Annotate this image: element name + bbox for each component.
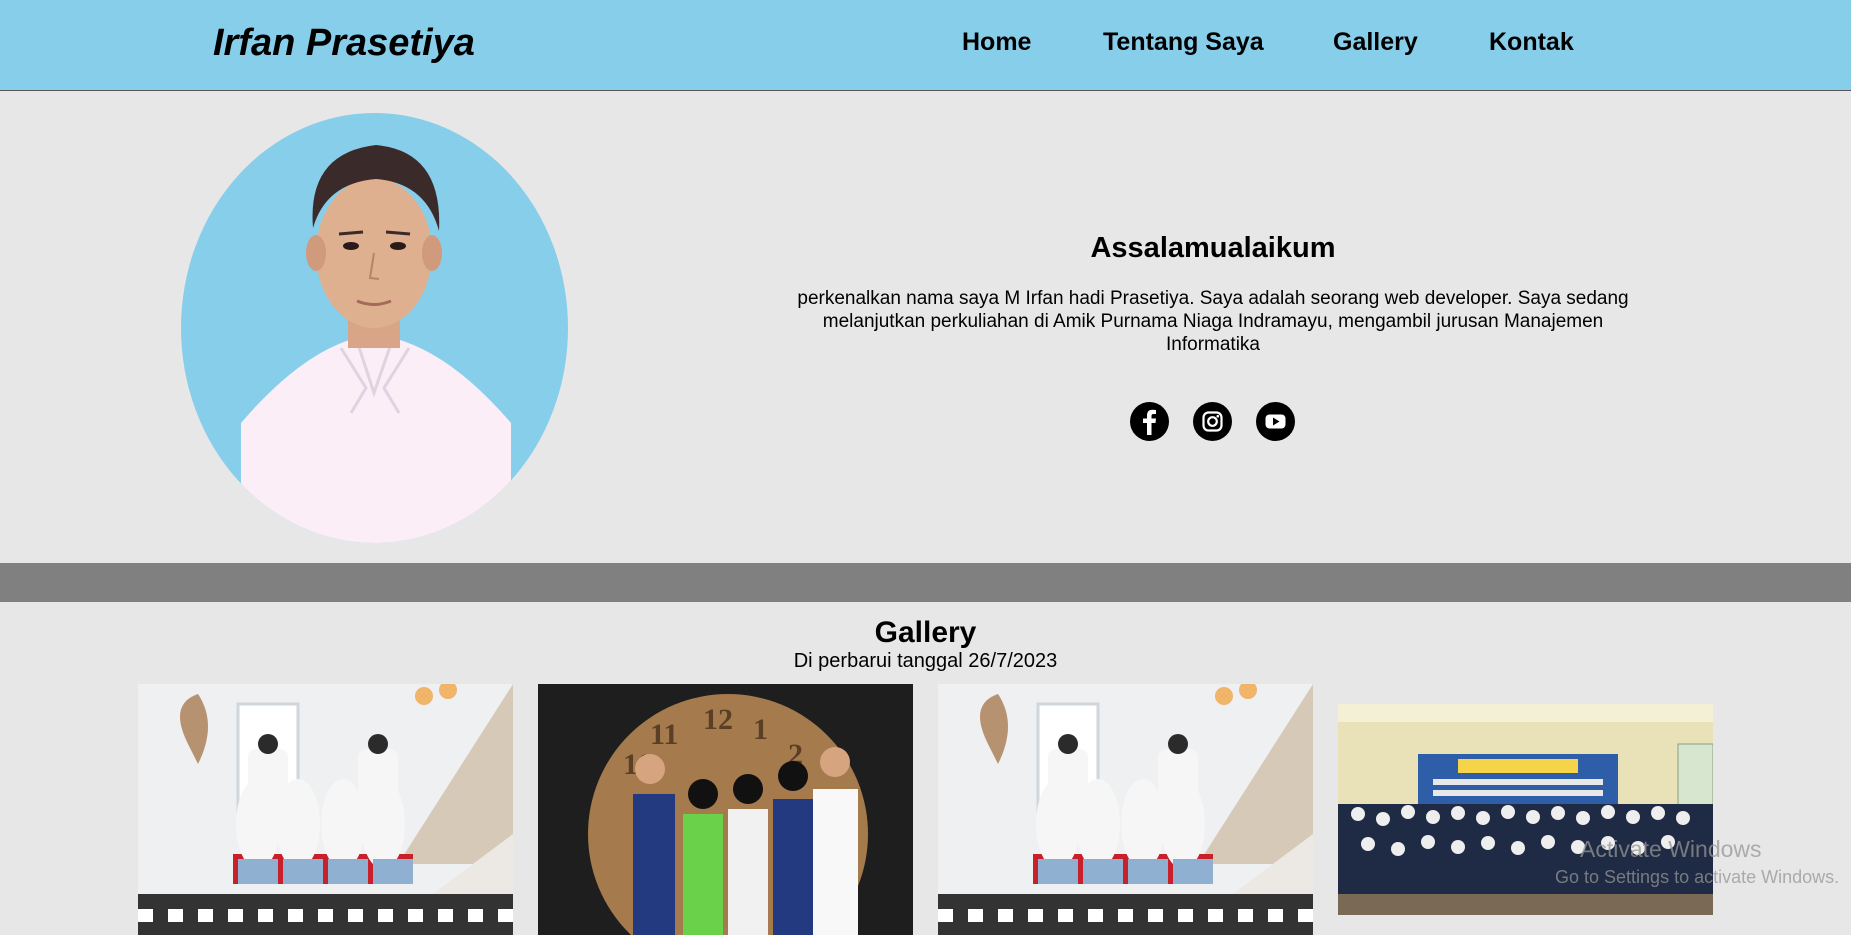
site-header: Irfan Prasetiya Home Tentang Saya Galler…	[0, 0, 1851, 91]
gallery-section: Gallery Di perbarui tanggal 26/7/2023 12…	[0, 602, 1851, 935]
nav-kontak[interactable]: Kontak	[1489, 28, 1574, 57]
hero-title: Assalamualaikum	[1090, 232, 1336, 264]
nav-home[interactable]: Home	[962, 28, 1031, 57]
hero-description: perkenalkan nama saya M Irfan hadi Prase…	[797, 288, 1629, 355]
svg-text:11: 11	[650, 718, 678, 751]
section-divider	[0, 563, 1851, 602]
svg-text:1: 1	[753, 713, 768, 746]
facebook-icon[interactable]	[1130, 402, 1169, 441]
gallery-photo-1[interactable]	[138, 684, 513, 935]
youtube-icon[interactable]	[1256, 402, 1295, 441]
instagram-icon[interactable]	[1193, 402, 1232, 441]
site-brand[interactable]: Irfan Prasetiya	[213, 22, 475, 65]
gallery-photo-2[interactable]: 12111210	[538, 684, 913, 935]
hero-content: Assalamualaikum perkenalkan nama saya M …	[768, 232, 1658, 356]
profile-photo	[181, 113, 568, 543]
nav-tentang-saya[interactable]: Tentang Saya	[1103, 28, 1264, 57]
nav-gallery[interactable]: Gallery	[1333, 28, 1418, 57]
gallery-title: Gallery	[874, 616, 977, 649]
social-links	[1130, 402, 1295, 441]
gallery-subtitle: Di perbarui tanggal 26/7/2023	[793, 650, 1058, 672]
gallery-photo-3[interactable]	[938, 684, 1313, 935]
gallery-photo-4[interactable]	[1338, 704, 1713, 915]
hero-section: Assalamualaikum perkenalkan nama saya M …	[0, 92, 1851, 562]
svg-text:12: 12	[703, 703, 733, 736]
